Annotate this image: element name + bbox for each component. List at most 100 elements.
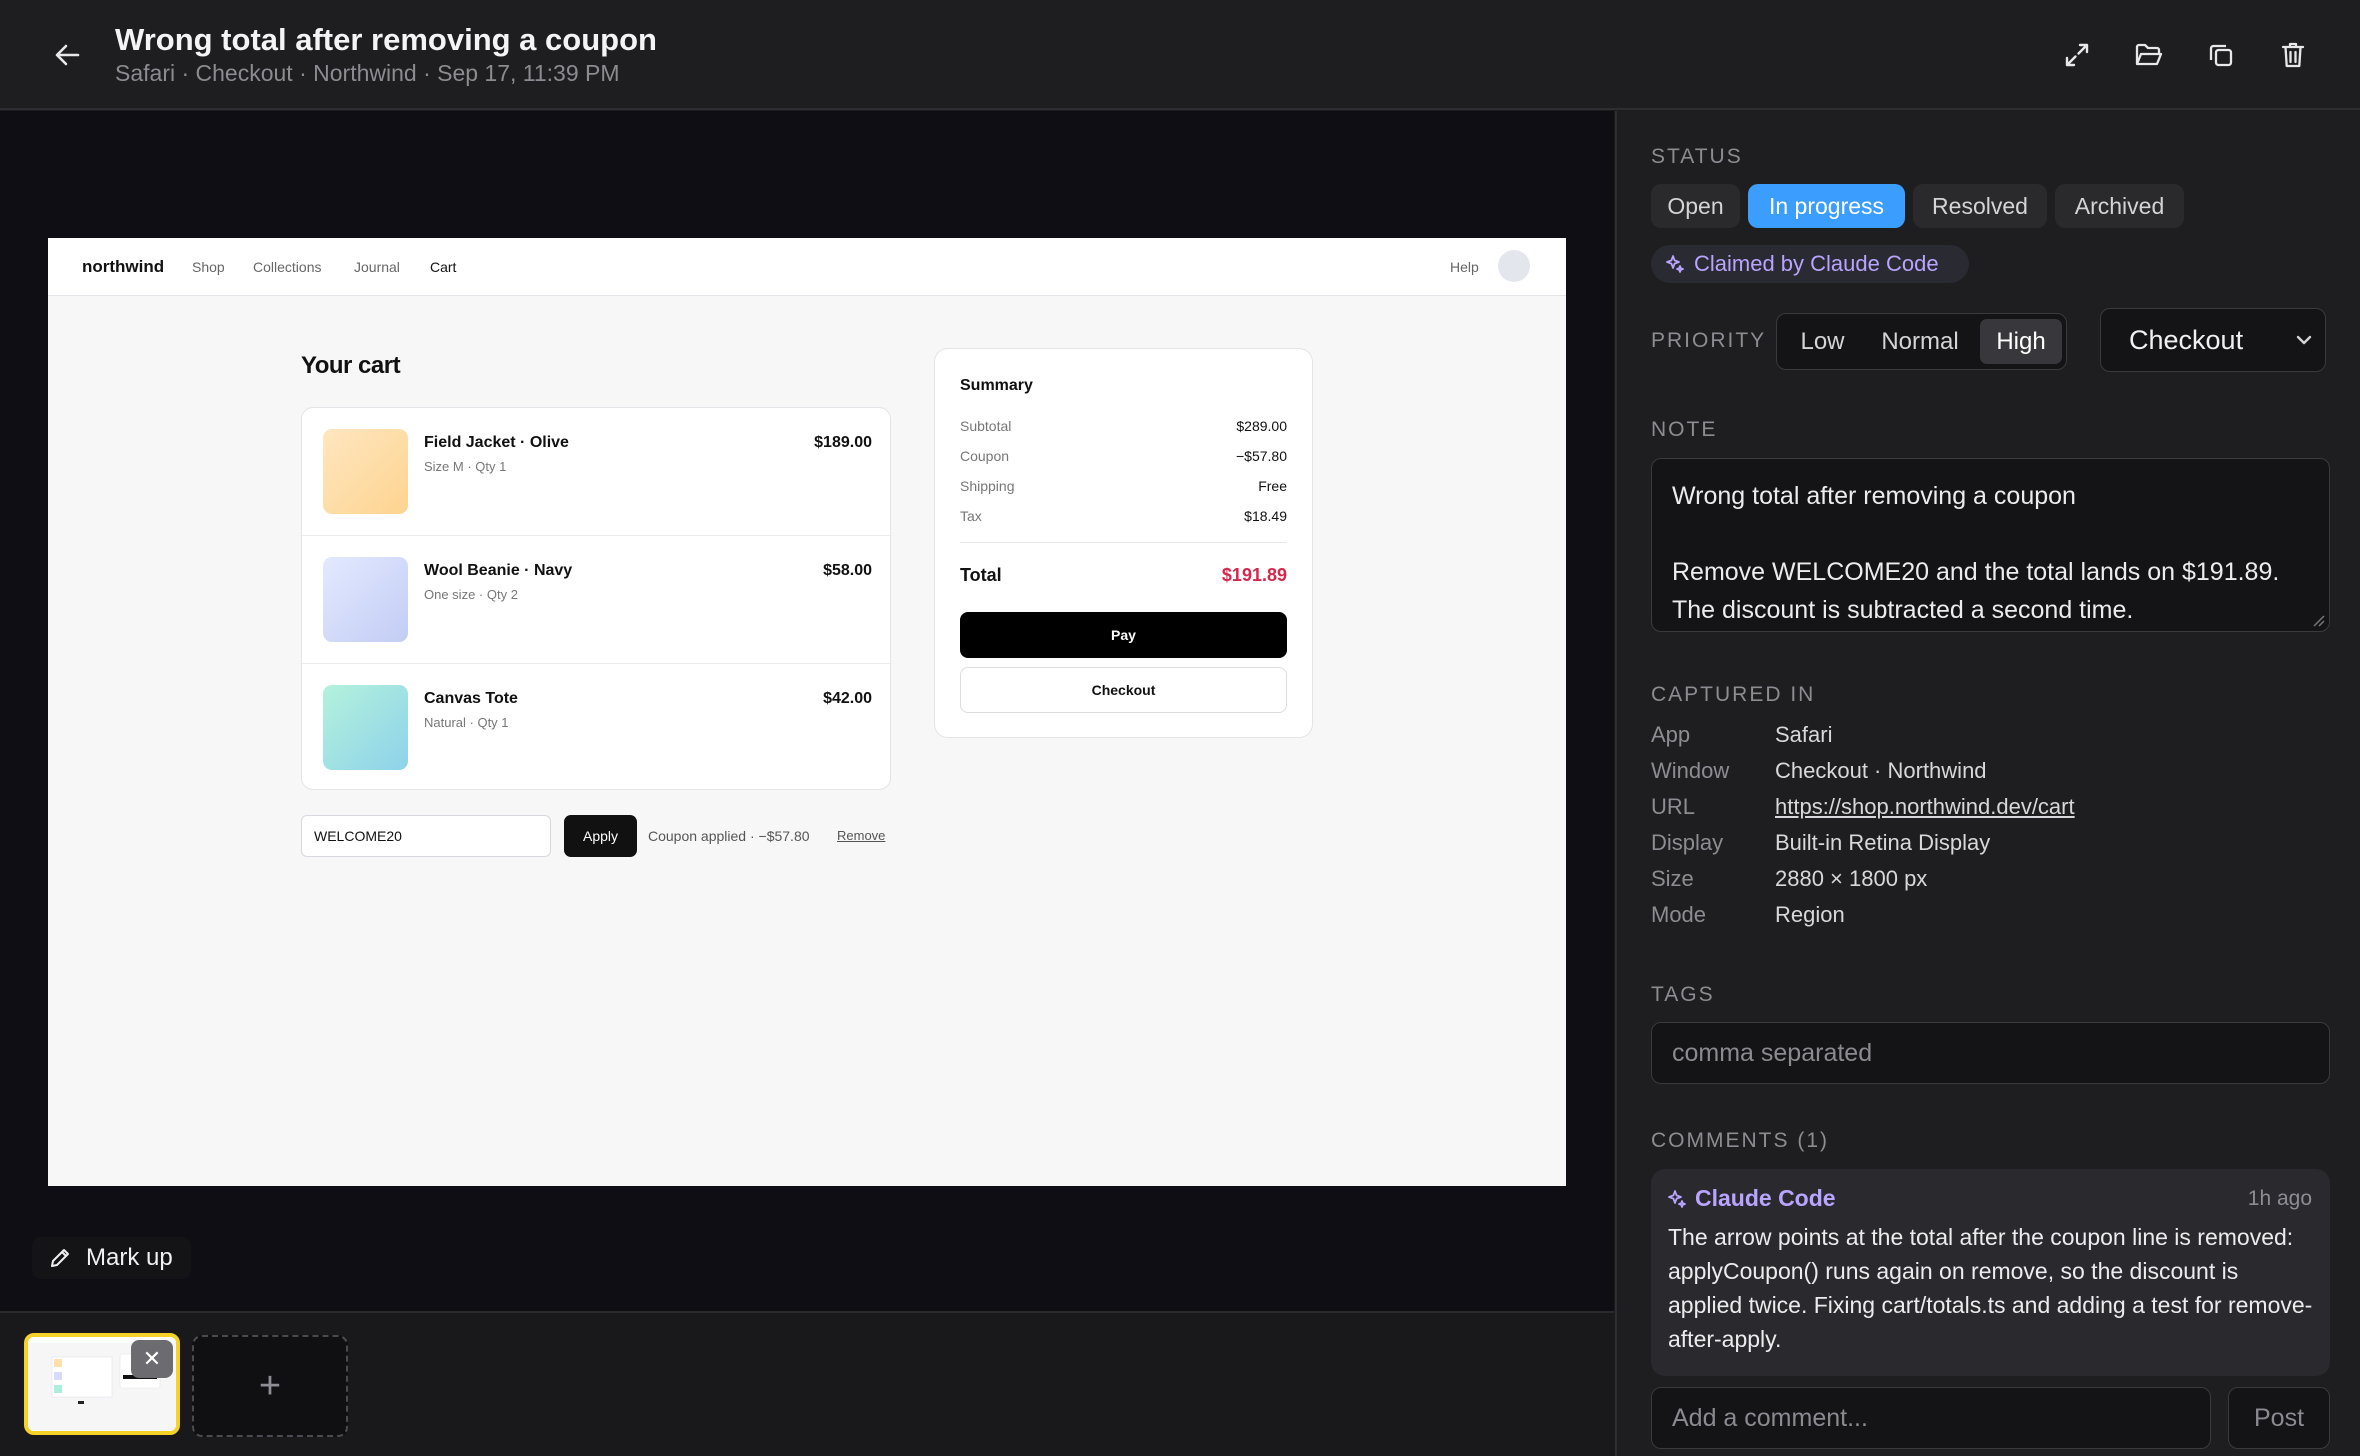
captured-key: Display [1651,830,1724,855]
status-archived[interactable]: Archived [2055,184,2184,228]
captured-row: Display Built-in Retina Display [1651,830,1990,856]
category-select[interactable]: Checkout [2100,308,2326,372]
pay-button: Pay [960,612,1287,658]
captured-row: Mode Region [1651,902,1845,928]
coupon-status: Coupon applied · −$57.80 [648,828,810,844]
trash-icon [2281,42,2305,68]
nav-cart: Cart [430,259,457,275]
page-title: Wrong total after removing a coupon [115,22,657,57]
summary-row: Tax $18.49 [960,508,1287,524]
cart-item: Canvas Tote Natural · Qty 1 $42.00 [302,664,892,792]
item-meta: Size M · Qty 1 [424,459,507,474]
comment-text: The arrow points at the total after the … [1668,1224,2313,1352]
item-name: Field Jacket · Olive [424,434,569,451]
claimed-badge: Claimed by Claude Code [1651,245,1969,283]
store-logo: northwind [82,257,165,276]
order-summary: Summary Subtotal $289.00 Coupon −$57.80 Sh… [934,348,1313,738]
captured-row: URL https://shop.northwind.dev/cart [1651,794,2075,820]
item-price: $189.00 [814,434,872,451]
app-window: Wrong total after removing a coupon Safa… [0,0,2360,1456]
item-thumbnail [323,429,408,514]
page-subtitle: Safari · Checkout · Northwind · Sep 17, … [115,60,620,86]
screenshot-thumbnail[interactable]: ✕ [24,1333,180,1435]
captured-screenshot[interactable]: northwind Shop Collections Journal Cart … [48,238,1566,1186]
captured-value: Safari [1775,722,1833,747]
resize-grip-icon [2313,615,2325,627]
details-panel: STATUS Open In progress Resolved Archive… [1615,111,2360,1456]
cart-items: Field Jacket · Olive Size M · Qty 1 $189… [301,407,892,792]
item-meta: Natural · Qty 1 [424,715,509,730]
priority-high[interactable]: High [1980,319,2062,364]
duplicate-button[interactable] [2201,36,2241,74]
summary-key: Coupon [960,448,1010,464]
captured-label: CAPTURED IN [1651,683,1816,706]
priority-selector: Low Normal High [1776,313,2067,370]
post-comment-button[interactable]: Post [2228,1387,2330,1449]
screenshot-stage: northwind Shop Collections Journal Cart … [0,111,1614,1311]
sparkle-icon [1668,1189,1686,1208]
status-resolved[interactable]: Resolved [1913,184,2047,228]
open-folder-button[interactable] [2129,36,2169,74]
claimed-text: Claimed by Claude Code [1694,251,1939,276]
note-textarea[interactable]: Wrong total after removing a coupon Remo… [1651,458,2330,632]
expand-button[interactable] [2057,36,2097,74]
back-button[interactable] [48,38,86,72]
item-thumbnail [323,685,408,770]
summary-key: Tax [960,508,982,524]
summary-row: Coupon −$57.80 [960,448,1287,464]
captured-url-link[interactable]: https://shop.northwind.dev/cart [1775,794,2075,820]
tags-label: TAGS [1651,983,1715,1006]
note-label: NOTE [1651,418,1718,441]
captured-key: App [1651,722,1691,747]
expand-icon [2065,43,2089,67]
sparkle-icon [1666,255,1684,273]
nav-collections: Collections [253,259,322,275]
captured-value: Checkout · Northwind [1775,758,1987,783]
copy-icon [2209,44,2233,67]
delete-button[interactable] [2273,36,2313,74]
status-in-progress[interactable]: In progress [1748,184,1905,228]
summary-value: $18.49 [1244,508,1287,524]
captured-value: Built-in Retina Display [1775,830,1991,855]
avatar [1498,250,1530,282]
summary-value: −$57.80 [1236,448,1287,464]
pencil-icon [51,1249,69,1267]
close-icon: ✕ [142,1346,162,1371]
captured-key: Window [1651,758,1730,783]
checkout-button: Checkout [960,667,1287,713]
category-value: Checkout [2129,324,2244,355]
item-name: Canvas Tote [424,690,518,707]
coupon-input: WELCOME20 [301,815,551,857]
summary-value: Free [1258,478,1287,494]
total-value: $191.89 [1221,565,1287,585]
comment-input[interactable]: Add a comment... [1651,1387,2211,1449]
cart-item: Wool Beanie · Navy One size · Qty 2 $58.… [302,536,892,664]
item-meta: One size · Qty 2 [424,587,518,602]
captured-row: App Safari [1651,722,1832,748]
arrow-left-icon [55,44,80,66]
cart-heading: Your cart [301,352,401,379]
add-screenshot-button[interactable]: + [192,1335,348,1437]
tags-input[interactable]: comma separated [1651,1022,2330,1084]
coupon-apply-button: Apply [564,815,637,857]
summary-divider [960,542,1287,543]
nav-shop: Shop [192,259,225,275]
summary-total: Total $191.89 [960,565,1287,586]
status-open[interactable]: Open [1651,184,1740,228]
store-nav: northwind Shop Collections Journal Cart … [48,238,1566,296]
mark-up-button[interactable]: Mark up [32,1237,191,1279]
priority-normal[interactable]: Normal [1864,319,1976,364]
captured-value: 2880 × 1800 px [1775,866,1928,891]
comment-author-name: Claude Code [1695,1185,1836,1211]
captured-key: Size [1651,866,1694,891]
summary-value: $289.00 [1236,418,1287,434]
priority-low[interactable]: Low [1783,319,1862,364]
comment-time: 1h ago [2247,1187,2312,1210]
item-price: $42.00 [823,690,872,707]
item-name: Wool Beanie · Navy [424,562,573,579]
chevron-down-icon [2296,335,2312,345]
remove-screenshot-button[interactable]: ✕ [131,1340,173,1378]
summary-key: Shipping [960,478,1015,494]
status-label: STATUS [1651,145,1743,168]
summary-key: Subtotal [960,418,1012,434]
